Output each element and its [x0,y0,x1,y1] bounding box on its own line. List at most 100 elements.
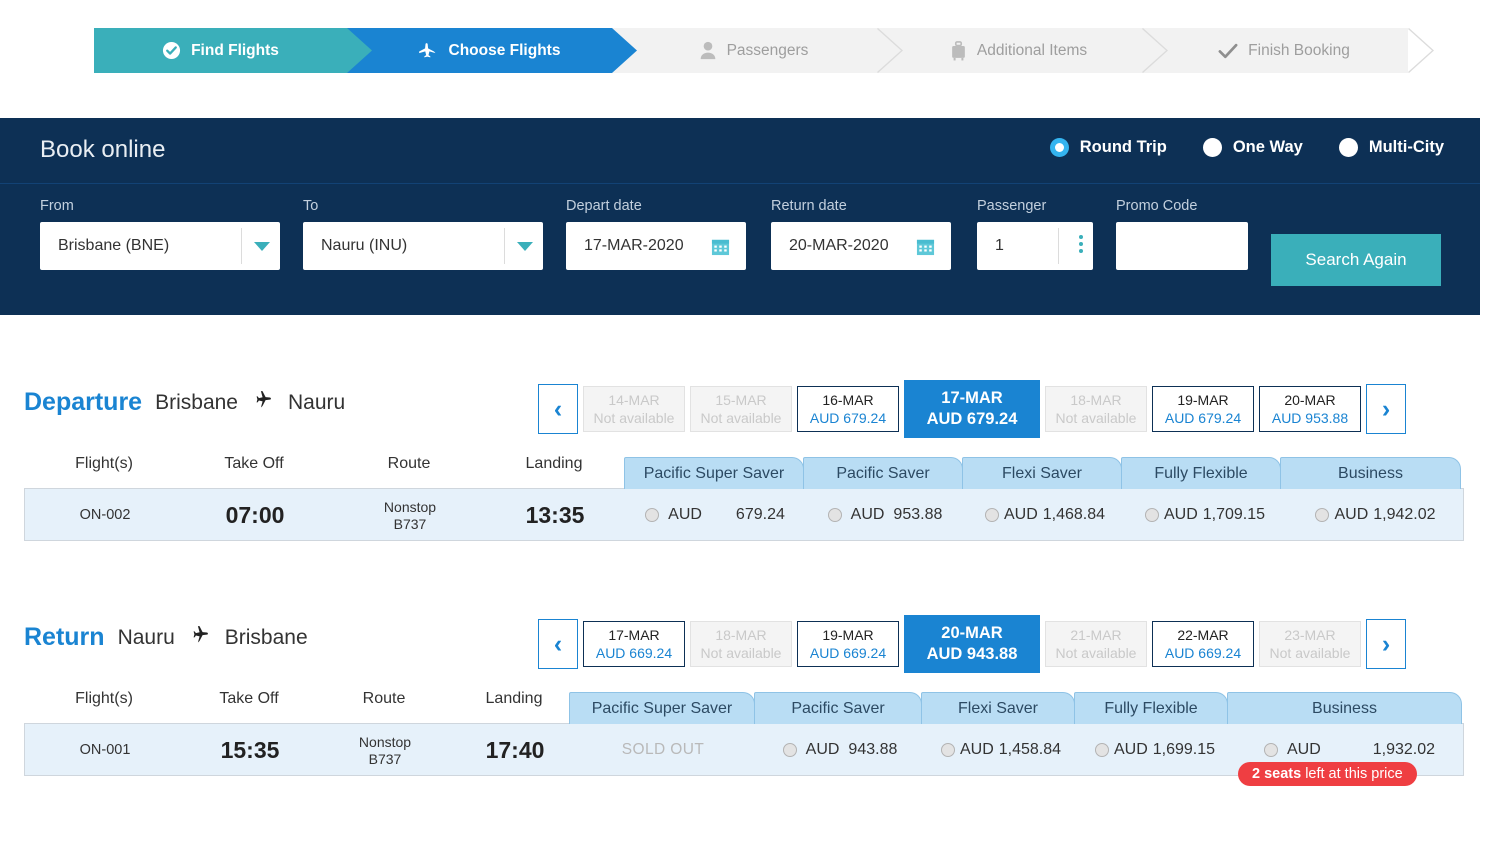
step-choose-flights[interactable]: Choose Flights [347,28,637,73]
step-finish-booking[interactable]: Finish Booking [1142,27,1435,74]
return-date-strip: ‹ 17-MAR AUD 669.24 18-MAR Not available… [538,615,1406,673]
departure-destination: Nauru [287,390,346,414]
return-date-input[interactable]: 20-MAR-2020 [771,222,951,270]
fare-option-business[interactable]: AUD 1,942.02 [1285,489,1466,541]
chevron-down-icon[interactable] [254,242,270,251]
return-fare-tabs: Pacific Super Saver Pacific Saver Flexi … [569,692,1462,724]
radio-icon[interactable] [1094,743,1109,757]
passenger-stepper[interactable]: 1 [977,222,1093,270]
return-date-field-group: Return date 20-MAR-2020 [771,198,951,270]
radio-icon[interactable] [1315,508,1330,522]
depart-date-field-group: Depart date 17-MAR-2020 [566,198,746,270]
fare-tab-pacific-super-saver[interactable]: Pacific Super Saver [569,692,755,724]
radio-icon[interactable] [1338,138,1358,157]
promo-code-label: Promo Code [1116,198,1198,214]
table-row: ON-002 07:00 Nonstop B737 13:35 AUD 679.… [24,489,1464,541]
return-next-dates-button[interactable]: › [1366,619,1406,669]
fare-amount: 1,709.15 [1202,506,1266,523]
radio-icon[interactable] [1144,508,1159,522]
radio-icon[interactable] [1202,138,1222,157]
route-aircraft: B737 [368,750,402,767]
date-day: 19-MAR [1177,392,1229,408]
col-takeoff: Take Off [219,690,279,707]
fare-tab-pacific-saver[interactable]: Pacific Saver [754,692,922,724]
radio-icon[interactable] [827,508,842,522]
chevron-down-icon[interactable] [517,242,533,251]
trip-type-one-way[interactable]: One Way [1202,138,1303,157]
from-select[interactable]: Brisbane (BNE) [40,222,280,270]
search-again-button[interactable]: Search Again [1271,234,1441,286]
date-day: 18-MAR [715,627,767,643]
fare-tab-pacific-saver[interactable]: Pacific Saver [803,457,963,489]
radio-icon[interactable] [940,743,955,757]
departure-prev-dates-button[interactable]: ‹ [538,384,578,434]
promo-code-input[interactable] [1116,222,1248,270]
return-date-option[interactable]: 17-MAR AUD 669.24 [583,621,685,667]
fare-tab-pacific-super-saver[interactable]: Pacific Super Saver [624,457,804,489]
return-prev-dates-button[interactable]: ‹ [538,619,578,669]
date-day: 21-MAR [1070,627,1122,643]
depart-date-input[interactable]: 17-MAR-2020 [566,222,746,270]
passenger-value: 1 [995,237,1004,254]
departure-table-header: Flight(s) Take Off Route Landing Pacific… [24,455,1464,489]
radio-icon[interactable] [782,743,797,757]
departure-date-option-selected[interactable]: 17-MAR AUD 679.24 [904,380,1040,438]
step-find-flights[interactable]: Find Flights [94,28,372,73]
to-select[interactable]: Nauru (INU) [303,222,543,270]
check-circle-icon [162,41,181,60]
calendar-icon[interactable] [916,237,935,261]
calendar-icon[interactable] [711,237,730,261]
fare-option-pacific-super-saver[interactable]: AUD 679.24 [625,489,805,541]
fare-option-fully-flexible[interactable]: AUD 1,709.15 [1125,489,1285,541]
fare-tab-fully-flexible[interactable]: Fully Flexible [1121,457,1281,489]
step-passengers[interactable]: Passengers [612,27,904,74]
departure-next-dates-button[interactable]: › [1366,384,1406,434]
fare-tab-flexi-saver[interactable]: Flexi Saver [921,692,1075,724]
fare-option-pacific-saver[interactable]: AUD 953.88 [805,489,965,541]
trip-type-group: Round Trip One Way Multi-City [1049,138,1444,157]
fare-option-flexi-saver[interactable]: AUD 1,458.84 [924,724,1078,776]
route-stops: Nonstop [383,498,437,515]
fare-option-fully-flexible[interactable]: AUD 1,699.15 [1078,724,1232,776]
radio-icon[interactable] [1263,743,1278,757]
return-date-option: 23-MAR Not available [1259,621,1361,667]
step-divider-icon [1142,27,1169,74]
step-divider-icon [612,28,638,73]
fare-tab-flexi-saver[interactable]: Flexi Saver [962,457,1122,489]
date-day: 17-MAR [941,389,1003,407]
sold-out-label: SOLD OUT [621,741,705,758]
col-takeoff: Take Off [224,455,284,472]
divider [241,228,242,264]
fare-currency: AUD [805,741,840,758]
departure-date-option[interactable]: 20-MAR AUD 953.88 [1259,386,1361,432]
date-price: Not available [1269,645,1351,661]
fare-amount: 1,942.02 [1373,506,1436,523]
fare-tab-business[interactable]: Business [1280,457,1461,489]
departure-date-strip: ‹ 14-MAR Not available 15-MAR Not availa… [538,380,1406,438]
return-date-option[interactable]: 19-MAR AUD 669.24 [797,621,899,667]
plane-icon [417,41,439,61]
departure-date-option[interactable]: 19-MAR AUD 679.24 [1152,386,1254,432]
from-value: Brisbane (BNE) [58,237,170,254]
more-options-icon[interactable] [1079,235,1083,253]
trip-type-multi-city[interactable]: Multi-City [1338,138,1444,157]
return-section: Return Nauru Brisbane ‹ 17-MAR AUD 669.2… [0,613,1497,786]
fare-tab-fully-flexible[interactable]: Fully Flexible [1074,692,1228,724]
fare-tab-business[interactable]: Business [1227,692,1462,724]
return-date-option[interactable]: 22-MAR AUD 669.24 [1152,621,1254,667]
col-landing: Landing [485,690,543,707]
radio-icon[interactable] [984,508,999,522]
landing-time: 17:40 [485,736,545,763]
fare-option-pacific-saver[interactable]: AUD 943.88 [756,724,924,776]
step-additional-items[interactable]: Additional Items [877,27,1169,74]
radio-icon[interactable] [645,508,660,522]
date-price: Not available [593,410,675,426]
radio-icon[interactable] [1049,138,1069,157]
departure-date-option[interactable]: 16-MAR AUD 679.24 [797,386,899,432]
trip-type-round-trip[interactable]: Round Trip [1049,138,1167,157]
fare-option-flexi-saver[interactable]: AUD 1,468.84 [965,489,1125,541]
return-date-option-selected[interactable]: 20-MAR AUD 943.88 [904,615,1040,673]
step-label: Choose Flights [448,41,561,59]
take-off-time: 15:35 [220,736,280,763]
departure-section: Departure Brisbane Nauru ‹ 14-MAR Not av… [0,378,1497,541]
